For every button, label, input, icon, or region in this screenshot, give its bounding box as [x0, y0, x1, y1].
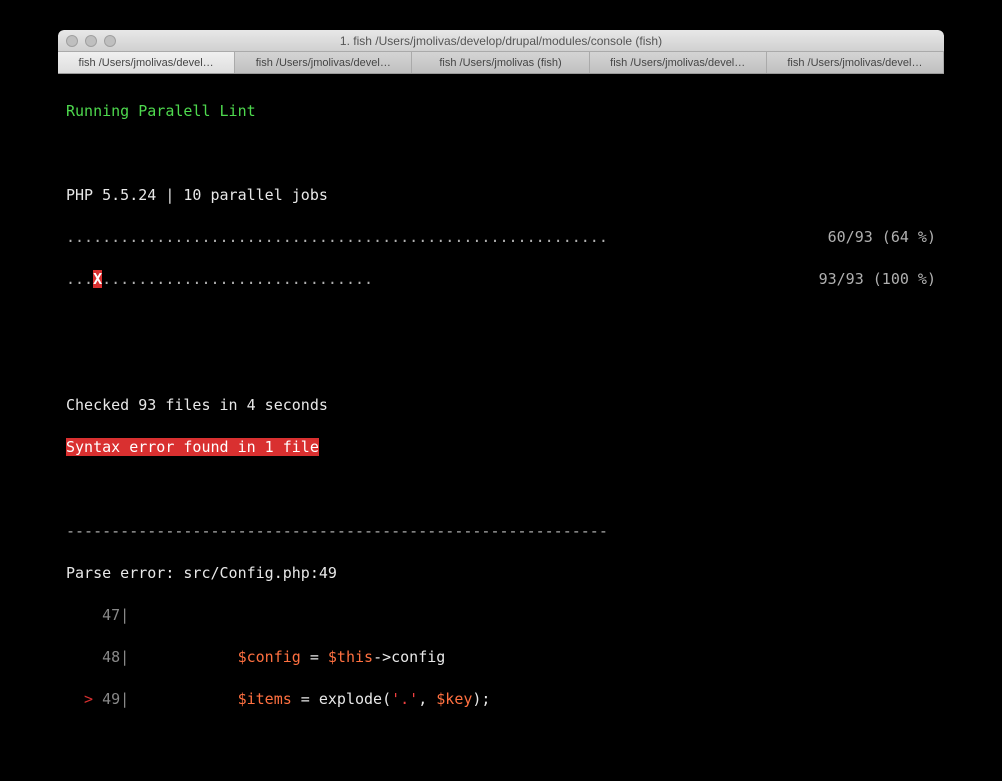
zoom-button[interactable] — [104, 35, 116, 47]
code-line-47: 47| — [66, 605, 936, 626]
parse-error-header: Parse error: src/Config.php:49 — [66, 563, 936, 584]
tab-5[interactable]: fish /Users/jmolivas/devel… — [767, 52, 944, 73]
titlebar[interactable]: 1. fish /Users/jmolivas/develop/drupal/m… — [58, 30, 944, 52]
error-x-icon: X — [93, 270, 102, 288]
window-title: 1. fish /Users/jmolivas/develop/drupal/m… — [58, 34, 944, 48]
status-running: Running Paralell Lint — [66, 101, 936, 122]
progress-row-2: ...X..............................93/93 … — [66, 269, 936, 290]
tabbar: fish /Users/jmolivas/devel… fish /Users/… — [58, 52, 944, 74]
tab-4[interactable]: fish /Users/jmolivas/devel… — [590, 52, 767, 73]
code-line-48: 48| $config = $this->config — [66, 647, 936, 668]
checked-summary: Checked 93 files in 4 seconds — [66, 395, 936, 416]
tab-3[interactable]: fish /Users/jmolivas (fish) — [412, 52, 589, 73]
progress-row-1: ........................................… — [66, 227, 936, 248]
syntax-error-banner: Syntax error found in 1 file — [66, 438, 319, 456]
minimize-button[interactable] — [85, 35, 97, 47]
tab-1[interactable]: fish /Users/jmolivas/devel… — [58, 52, 235, 73]
close-button[interactable] — [66, 35, 78, 47]
php-version: PHP 5.5.24 | 10 parallel jobs — [66, 185, 936, 206]
traffic-lights — [66, 35, 116, 47]
divider: ----------------------------------------… — [66, 521, 936, 542]
terminal-output[interactable]: Running Paralell Lint PHP 5.5.24 | 10 pa… — [58, 74, 944, 720]
tab-2[interactable]: fish /Users/jmolivas/devel… — [235, 52, 412, 73]
terminal-window: 1. fish /Users/jmolivas/develop/drupal/m… — [58, 30, 944, 720]
code-line-49: > 49| $items = explode('.', $key); — [66, 689, 936, 710]
